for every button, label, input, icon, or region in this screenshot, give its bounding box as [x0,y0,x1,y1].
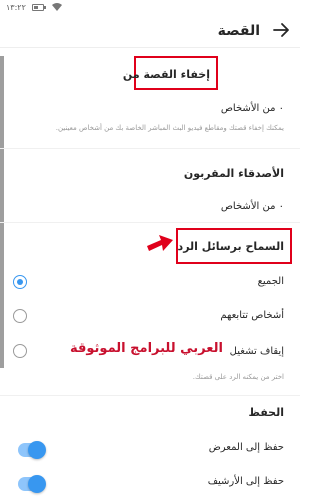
toggle-switch[interactable] [18,441,46,459]
save-item-label: حفظ إلى المعرض [208,442,284,453]
close-friends-title: الأصدقاء المقربون [183,167,284,180]
page-title: القصة [217,23,260,39]
hide-story-caption: يمكنك إخفاء قصتك ومقاطع فيديو البث المبا… [55,124,284,132]
radio-unselected-icon[interactable] [13,309,27,323]
divider [0,148,300,149]
allow-replies-title: السماح برسائل الرد [177,240,284,253]
reply-option-label: الجميع [257,276,284,287]
save-title: الحفظ [248,406,284,419]
close-friends-value[interactable]: ٠ من الأشخاص [221,201,284,212]
red-arrow-icon [147,235,173,251]
allow-replies-caption: اختر من يمكنه الرد على قصتك. [192,373,284,381]
battery-fill [34,6,39,9]
divider [0,222,300,223]
status-bar: ١٣:٢٢ [0,0,300,16]
toggle-switch[interactable] [18,475,46,493]
status-time: ١٣:٢٢ [6,3,26,12]
radio-selected-icon[interactable] [13,275,27,289]
app-header: القصة [0,16,300,48]
save-item-label: حفظ إلى الأرشيف [207,476,284,487]
wifi-signal-icon [52,3,62,13]
back-arrow-icon[interactable] [272,21,290,43]
watermark-text: العربي للبرامج الموثوقة [70,341,223,356]
reply-option-label: إيقاف تشغيل [229,346,284,357]
hide-story-value[interactable]: ٠ من الأشخاص [221,103,284,114]
hide-story-title: إخفاء القصة من [122,68,210,81]
divider [0,395,300,396]
reply-option-label: أشخاص تتابعهم [220,310,284,321]
radio-unselected-icon[interactable] [13,344,27,358]
scrollbar[interactable] [0,56,4,368]
battery-icon [32,4,46,11]
